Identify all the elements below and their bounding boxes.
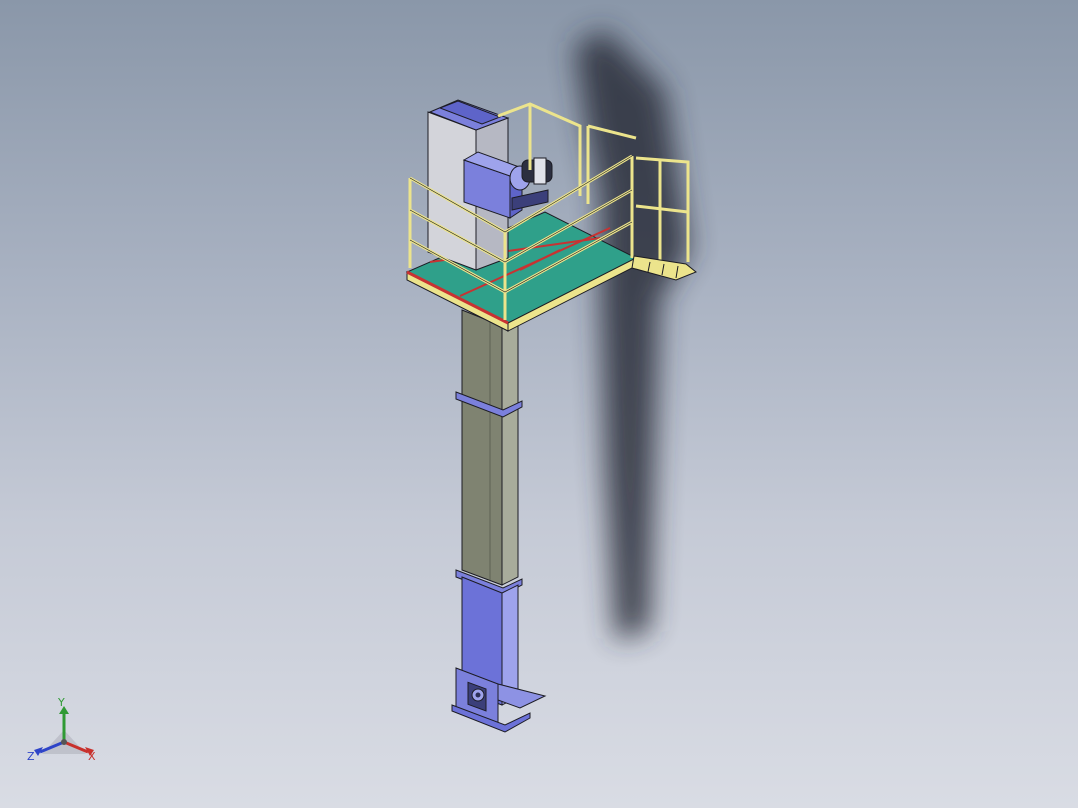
elevator-upper-casing [461,309,519,586]
triad-axes-icon [34,706,94,756]
model-shadow [575,30,690,640]
elevator-3d-model[interactable] [0,0,1078,808]
triad-y-label: Y [58,696,65,709]
coordinate-triad[interactable]: Y X Z [24,692,110,772]
triad-x-label: X [88,750,96,763]
cad-graphics-viewport[interactable]: Y X Z [0,0,1078,808]
triad-z-label: Z [27,750,35,763]
